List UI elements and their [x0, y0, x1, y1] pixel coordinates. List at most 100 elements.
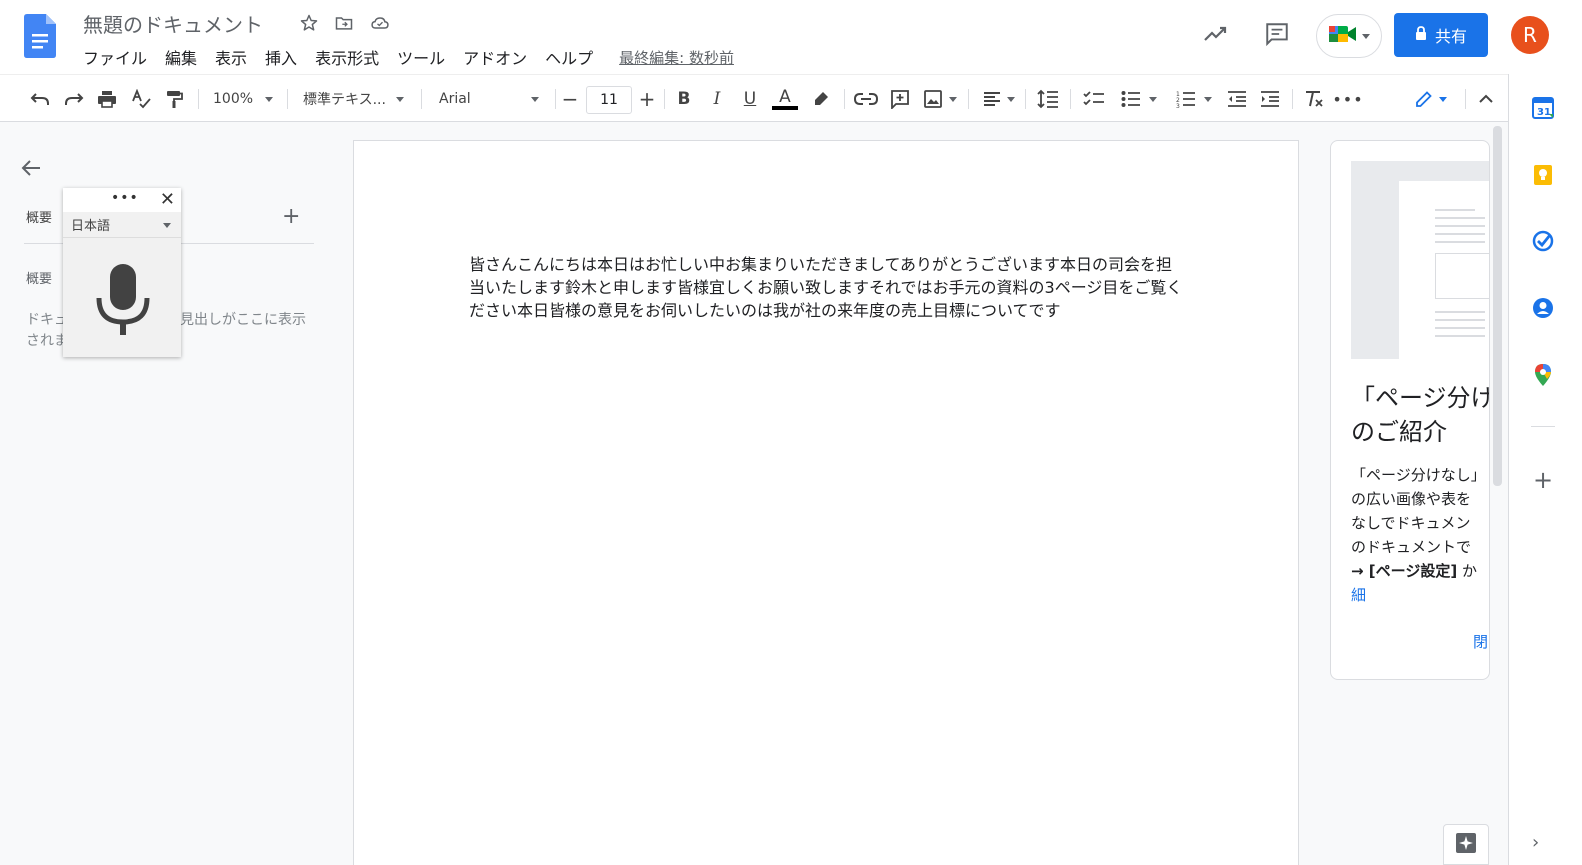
more-options-icon[interactable]: •••: [1332, 87, 1362, 111]
card-learn-more-link[interactable]: 細: [1351, 583, 1489, 607]
side-panel-icons: 31 +: [1508, 74, 1582, 865]
card-title-line: のご紹介: [1351, 418, 1447, 446]
increase-indent-icon[interactable]: [1258, 87, 1282, 111]
close-outline-arrow-icon[interactable]: [20, 156, 44, 180]
calendar-icon[interactable]: 31: [1531, 96, 1555, 120]
text-color-icon[interactable]: A: [772, 87, 798, 111]
chevron-down-icon: [163, 223, 171, 228]
insert-link-icon[interactable]: [853, 87, 879, 111]
card-body-line: → [ページ設定] か: [1351, 559, 1489, 583]
chevron-right-icon[interactable]: ›: [1532, 832, 1539, 853]
increase-font-size-icon[interactable]: +: [637, 87, 657, 111]
microphone-icon[interactable]: [93, 262, 153, 342]
document-body-text[interactable]: 皆さんこんにちは本日はお忙しい中お集まりいただきましてありがとうございます本日の…: [469, 253, 1187, 322]
comments-icon[interactable]: [1263, 20, 1291, 48]
share-label: 共有: [1434, 27, 1467, 46]
meet-button[interactable]: [1316, 14, 1382, 58]
voice-typing-widget: ••• ✕ 日本語: [63, 188, 181, 357]
paragraph-style-select[interactable]: 標準テキス...: [303, 87, 409, 111]
illustration-line: [1435, 225, 1485, 227]
menu-help[interactable]: ヘルプ: [545, 45, 602, 69]
docs-logo-icon[interactable]: [24, 14, 56, 58]
menu-format[interactable]: 表示形式: [315, 45, 388, 69]
chevron-down-icon: [1007, 96, 1015, 102]
clear-formatting-icon[interactable]: [1302, 87, 1326, 111]
align-icon[interactable]: [980, 87, 1018, 111]
add-summary-icon[interactable]: +: [282, 204, 300, 229]
account-avatar[interactable]: R: [1511, 16, 1549, 54]
card-body: 「ページ分けなし」 の広い画像や表を なしでドキュメン のドキュメントで → […: [1351, 463, 1489, 607]
cloud-saved-icon[interactable]: [369, 12, 391, 34]
menu-view[interactable]: 表示: [215, 45, 256, 69]
close-icon[interactable]: ✕: [160, 189, 175, 210]
bold-icon[interactable]: B: [673, 87, 695, 111]
italic-icon[interactable]: I: [706, 87, 728, 111]
page-setup-label: → [ページ設定]: [1351, 562, 1458, 580]
toolbar-divider: [1025, 89, 1026, 109]
toolbar-divider: [968, 89, 969, 109]
star-icon[interactable]: [298, 12, 320, 34]
card-body-line: のドキュメントで: [1351, 538, 1472, 556]
formatting-toolbar: 100% 標準テキス... Arial − 11 + B I U A 1 2 3…: [0, 74, 1508, 122]
toolbar-divider: [421, 89, 422, 109]
collapse-menus-icon[interactable]: [1474, 87, 1498, 111]
checklist-icon[interactable]: [1082, 87, 1106, 111]
line-spacing-icon[interactable]: [1036, 87, 1060, 111]
get-addons-plus-icon[interactable]: +: [1531, 466, 1555, 494]
activity-trend-icon[interactable]: [1202, 20, 1230, 48]
last-edit-link[interactable]: 最終編集: 数秒前: [619, 47, 734, 68]
tasks-icon[interactable]: [1531, 229, 1555, 253]
highlight-color-icon[interactable]: [809, 87, 833, 111]
menu-tools[interactable]: ツール: [397, 45, 454, 69]
illustration-line: [1435, 217, 1485, 219]
document-scrollbar[interactable]: [1493, 126, 1502, 486]
document-title[interactable]: 無題のドキュメント: [83, 9, 263, 38]
card-body-line: なしでドキュメン: [1351, 514, 1471, 532]
redo-icon[interactable]: [62, 87, 86, 111]
decrease-indent-icon[interactable]: [1225, 87, 1249, 111]
voice-typing-header[interactable]: ••• ✕: [63, 188, 181, 212]
font-family-select[interactable]: Arial: [439, 87, 545, 111]
chevron-down-icon: [1204, 96, 1212, 102]
card-close-link[interactable]: 閉: [1473, 631, 1488, 652]
menu-edit[interactable]: 編集: [165, 45, 206, 69]
chevron-down-icon: [265, 96, 274, 102]
font-size-input[interactable]: 11: [586, 86, 632, 114]
document-page[interactable]: 皆さんこんにちは本日はお忙しい中お集まりいただきましてありがとうございます本日の…: [353, 140, 1299, 865]
voice-language-select[interactable]: 日本語: [63, 212, 181, 238]
more-options-icon[interactable]: •••: [111, 190, 139, 206]
card-title-line: 「ページ分け: [1351, 384, 1490, 412]
menu-file[interactable]: ファイル: [83, 45, 156, 69]
side-panel-divider: [1531, 426, 1555, 427]
menu-bar: ファイル 編集 表示 挿入 表示形式 ツール アドオン ヘルプ 最終編集: 数秒…: [83, 45, 734, 69]
chevron-down-icon: [395, 96, 404, 102]
toolbar-divider: [555, 89, 556, 109]
illustration-table: [1435, 253, 1489, 299]
spellcheck-icon[interactable]: [129, 87, 153, 111]
bulleted-list-icon[interactable]: [1117, 87, 1161, 111]
menu-addons[interactable]: アドオン: [463, 45, 536, 69]
meet-icon: [1328, 23, 1358, 49]
editing-mode-select[interactable]: [1406, 87, 1456, 111]
app-header: 無題のドキュメント ファイル 編集 表示 挿入 表示形式 ツール アドオン ヘル…: [0, 0, 1582, 74]
decrease-font-size-icon[interactable]: −: [560, 87, 580, 111]
move-folder-icon[interactable]: [333, 12, 355, 34]
paint-format-icon[interactable]: [162, 87, 186, 111]
share-button[interactable]: 共有: [1394, 13, 1488, 57]
insert-image-icon[interactable]: [920, 87, 960, 111]
insert-comment-icon[interactable]: [888, 87, 912, 111]
lock-icon: [1415, 25, 1427, 45]
menu-insert[interactable]: 挿入: [265, 45, 306, 69]
contacts-icon[interactable]: [1531, 296, 1555, 320]
illustration-line: [1435, 319, 1485, 321]
underline-icon[interactable]: U: [739, 87, 761, 111]
undo-icon[interactable]: [28, 87, 52, 111]
illustration-line: [1435, 311, 1485, 313]
explore-button[interactable]: [1443, 824, 1489, 865]
keep-icon[interactable]: [1531, 163, 1555, 187]
print-icon[interactable]: [95, 87, 119, 111]
card-title: 「ページ分け のご紹介: [1351, 381, 1490, 449]
maps-icon[interactable]: [1531, 363, 1555, 387]
numbered-list-icon[interactable]: 123: [1172, 87, 1216, 111]
zoom-select[interactable]: 100%: [213, 87, 275, 111]
